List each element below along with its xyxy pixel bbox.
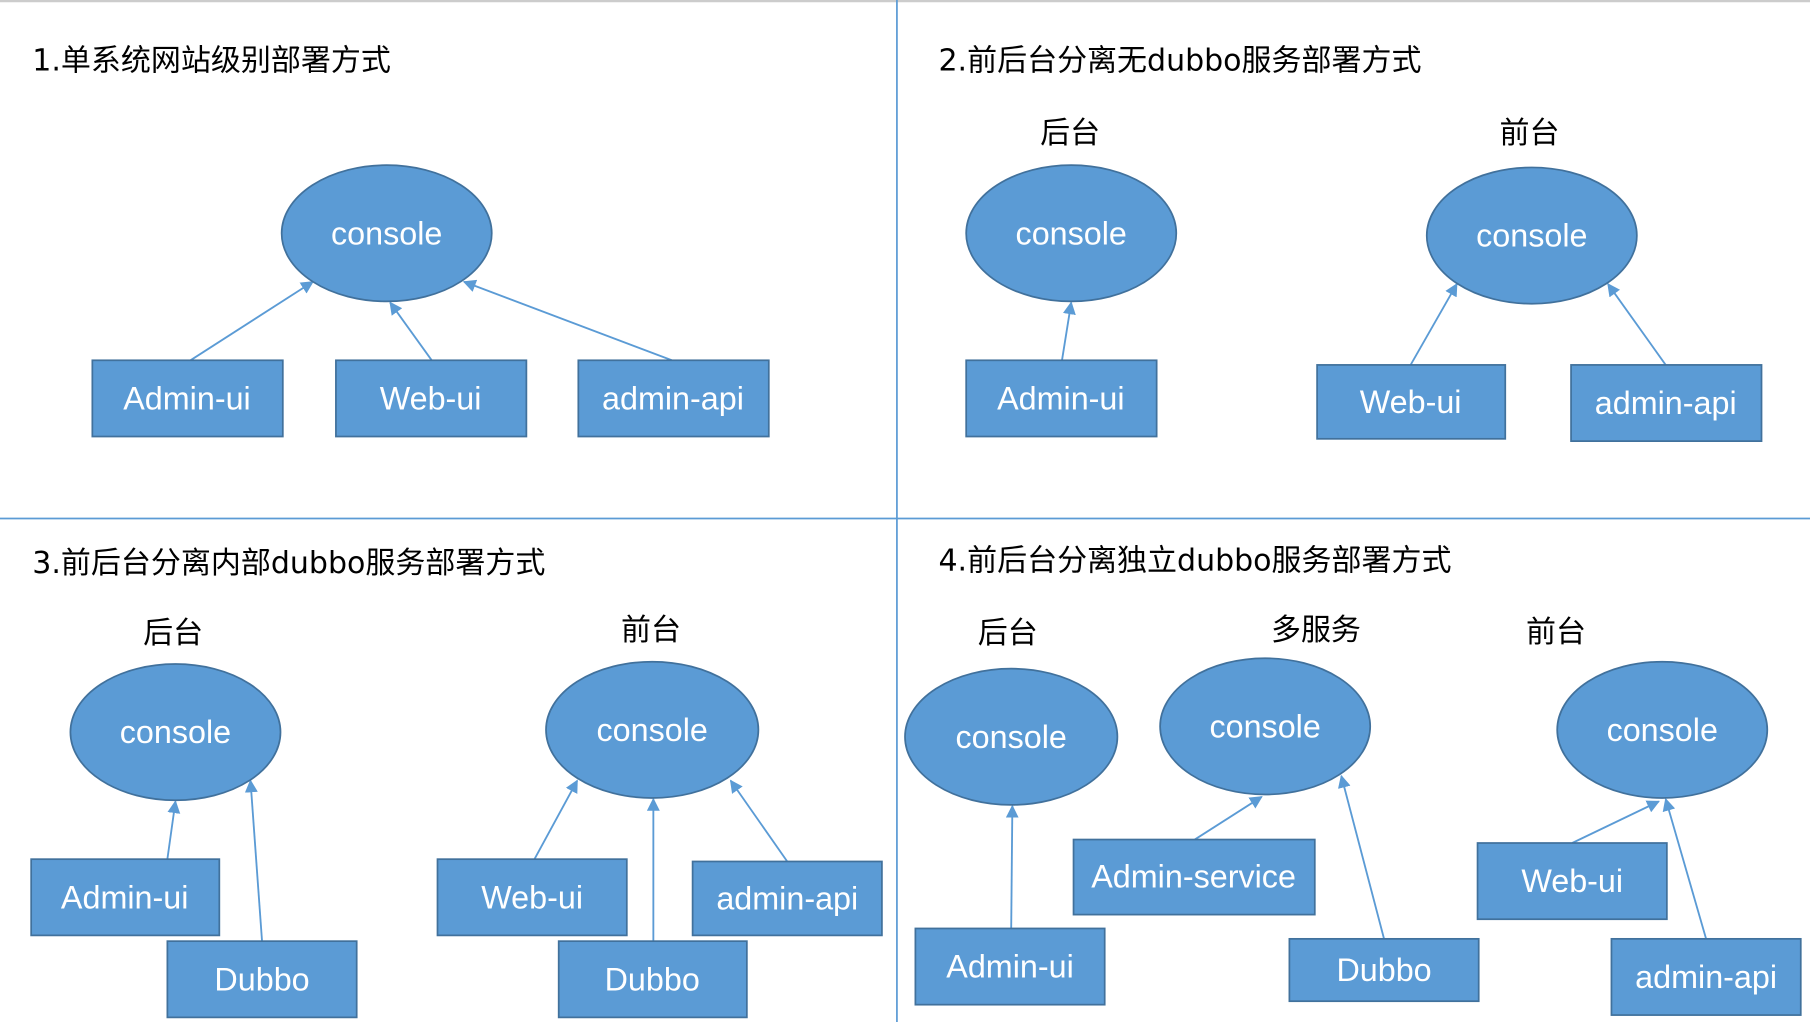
console-service-node: console (1159, 657, 1372, 796)
backend-label: 后台 (143, 616, 203, 651)
edge (1061, 301, 1076, 361)
dubbo-node: Dubbo (1288, 937, 1480, 1003)
console-backend-node: console (904, 667, 1119, 806)
edge (1409, 282, 1458, 366)
panel-title: 1.单系统网站级别部署方式 (32, 43, 391, 78)
panel-title: 4.前后台分离独立dubbo服务部署方式 (938, 543, 1451, 578)
node-label: Admin-ui (61, 879, 188, 915)
deployment-diagram: 1.单系统网站级别部署方式 console Admin-ui Web-ui ad… (0, 0, 1810, 1022)
node-label: Admin-service (1091, 858, 1296, 894)
web-ui-node: Web-ui (1476, 842, 1668, 921)
console-frontend-node: console (1425, 166, 1638, 305)
admin-api-node: admin-api (577, 359, 770, 438)
admin-ui-node: Admin-ui (914, 927, 1106, 1006)
edge (244, 779, 263, 942)
panel-title: 2.前后台分离无dubbo服务部署方式 (938, 43, 1421, 78)
service-label: 多服务 (1271, 613, 1361, 648)
dubbo-backend-node: Dubbo (166, 940, 358, 1019)
node-label: Dubbo (214, 961, 309, 997)
node-label: Web-ui (1521, 863, 1623, 899)
console-frontend-node: console (1556, 660, 1769, 799)
panel-2: 2.前后台分离无dubbo服务部署方式 后台 前台 console consol… (938, 43, 1763, 443)
backend-label: 后台 (1040, 116, 1100, 151)
edge (389, 301, 433, 361)
node-label: Admin-ui (997, 380, 1124, 416)
web-ui-node: Web-ui (436, 858, 628, 937)
dubbo-frontend-node: Dubbo (557, 940, 748, 1019)
node-label: admin-api (602, 380, 744, 416)
edge (1194, 796, 1263, 841)
node-label: Web-ui (380, 380, 482, 416)
edge (166, 800, 181, 860)
node-label: console (1016, 215, 1127, 251)
node-label: admin-api (1635, 959, 1777, 995)
node-label: console (1607, 712, 1718, 748)
node-label: Admin-ui (946, 949, 1073, 985)
console-backend-node: console (965, 164, 1178, 303)
panel-3: 3.前后台分离内部dubbo服务部署方式 后台 前台 console conso… (30, 546, 883, 1019)
admin-api-node: admin-api (1570, 364, 1763, 443)
edge (189, 280, 314, 362)
admin-ui-node: Admin-ui (91, 359, 284, 438)
backend-label: 后台 (978, 616, 1038, 651)
node-label: console (1209, 708, 1320, 744)
edge (1607, 283, 1667, 366)
edge (462, 279, 673, 362)
edge (533, 779, 578, 860)
admin-ui-node: Admin-ui (965, 359, 1158, 438)
panel-4: 4.前后台分离独立dubbo服务部署方式 后台 多服务 前台 console c… (904, 543, 1802, 1016)
edge (1571, 800, 1660, 844)
node-label: console (331, 215, 442, 251)
edge (1662, 797, 1707, 940)
console-backend-node: console (69, 663, 282, 802)
console-frontend-node: console (545, 660, 760, 799)
node-label: admin-api (1595, 385, 1737, 421)
admin-api-node: admin-api (691, 860, 883, 937)
node-label: Web-ui (1360, 384, 1462, 420)
console-node: console (280, 164, 493, 303)
node-label: Admin-ui (123, 380, 250, 416)
node-label: admin-api (716, 880, 858, 916)
admin-api-node: admin-api (1610, 937, 1802, 1016)
frontend-label: 前台 (1500, 116, 1560, 151)
web-ui-node: Web-ui (335, 359, 528, 438)
node-label: console (597, 712, 708, 748)
admin-service-node: Admin-service (1072, 838, 1316, 916)
node-label: console (1476, 218, 1587, 254)
node-label: console (956, 719, 1067, 755)
edge (729, 779, 789, 863)
panel-title: 3.前后台分离内部dubbo服务部署方式 (32, 546, 545, 581)
web-ui-node: Web-ui (1316, 364, 1507, 440)
node-label: Dubbo (1336, 952, 1431, 988)
panel-1: 1.单系统网站级别部署方式 console Admin-ui Web-ui ad… (32, 43, 770, 438)
edge (1005, 804, 1019, 929)
admin-ui-node: Admin-ui (30, 858, 221, 937)
edge (1338, 774, 1385, 940)
frontend-label: 前台 (621, 613, 681, 648)
node-label: Dubbo (605, 961, 700, 997)
node-label: Web-ui (481, 879, 583, 915)
frontend-label: 前台 (1526, 615, 1586, 650)
node-label: console (120, 714, 231, 750)
